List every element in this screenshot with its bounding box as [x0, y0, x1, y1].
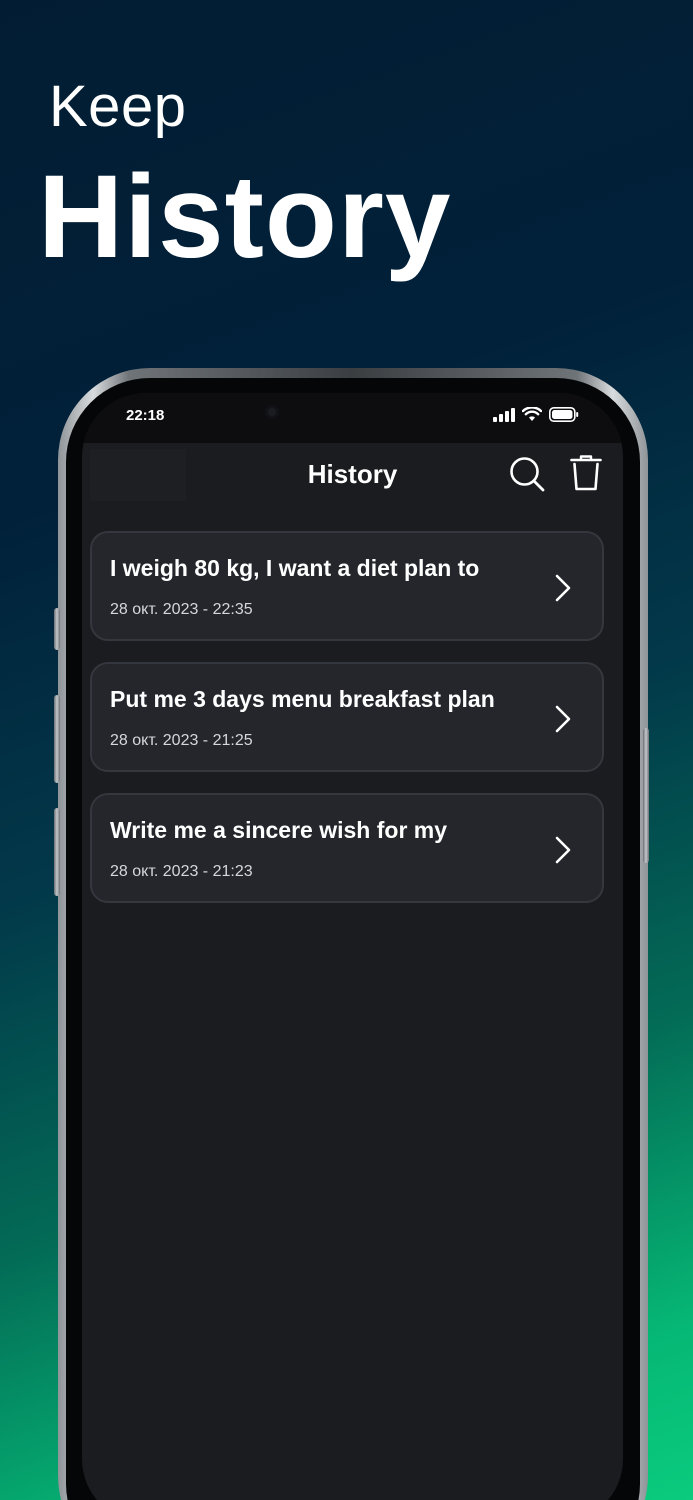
history-item[interactable]: Write me a sincere wish for my 28 окт. 2… — [90, 793, 604, 903]
chevron-right-icon — [555, 574, 571, 602]
status-time: 22:18 — [126, 407, 165, 424]
phone-volume-up-button — [54, 695, 60, 783]
history-item-date: 28 окт. 2023 - 21:23 — [110, 863, 253, 880]
wifi-icon — [522, 407, 542, 421]
chevron-right-icon — [555, 705, 571, 733]
history-list: I weigh 80 kg, I want a diet plan to 28 … — [90, 531, 604, 924]
front-camera — [265, 405, 279, 419]
history-item-title: Write me a sincere wish for my — [110, 817, 448, 843]
history-item[interactable]: I weigh 80 kg, I want a diet plan to 28 … — [90, 531, 604, 641]
battery-icon — [549, 407, 579, 422]
cellular-signal-icon — [493, 407, 515, 422]
promo-headline-small: Keep — [49, 74, 187, 139]
phone-volume-down-button — [54, 808, 60, 896]
history-item-date: 28 окт. 2023 - 21:25 — [110, 732, 253, 749]
status-icons — [493, 407, 579, 422]
history-item-title: Put me 3 days menu breakfast plan — [110, 686, 495, 712]
history-item-title: I weigh 80 kg, I want a diet plan to — [110, 555, 480, 581]
status-bar: 22:18 — [82, 393, 623, 443]
history-item-date: 28 окт. 2023 - 22:35 — [110, 601, 253, 618]
trash-icon[interactable] — [570, 454, 602, 492]
phone-screen: 22:18 History I weigh 80 kg, I want a di… — [82, 393, 623, 1500]
history-item[interactable]: Put me 3 days menu breakfast plan 28 окт… — [90, 662, 604, 772]
nav-bar: History — [82, 443, 623, 513]
promo-headline-big: History — [38, 151, 452, 283]
phone-power-button — [643, 728, 649, 863]
phone-mute-switch — [54, 608, 60, 650]
search-icon[interactable] — [508, 455, 546, 493]
chevron-right-icon — [555, 836, 571, 864]
